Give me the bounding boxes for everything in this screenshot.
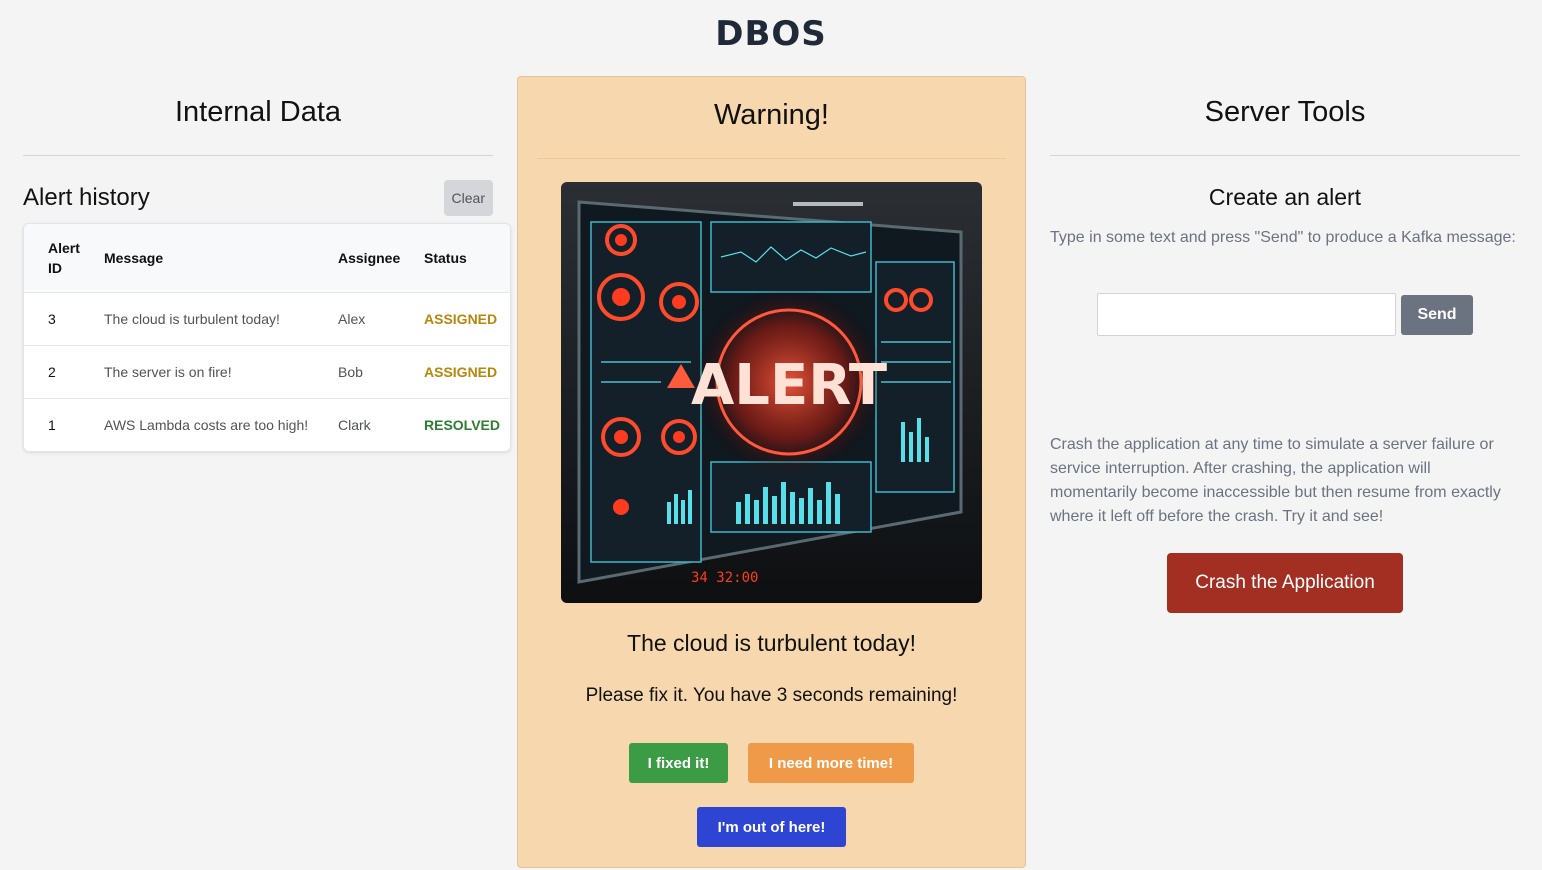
server-tools-title: Server Tools <box>1204 96 1366 128</box>
message-cell: The server is on fire! <box>104 363 232 380</box>
alert-image-text: ALERT <box>691 353 887 418</box>
assignee-cell: Bob <box>338 363 363 380</box>
assignee-cell: Alex <box>338 310 366 327</box>
alert-history-table: Alert ID Message Assignee Status 3 The cl… <box>23 223 511 452</box>
out-of-here-button[interactable]: I'm out of here! <box>697 807 846 847</box>
create-alert-description: Type in some text and press "Send" to pr… <box>1050 229 1516 246</box>
alert-text-input[interactable] <box>1097 293 1396 336</box>
table-row: 2 The server is on fire! Bob ASSIGNED <box>24 345 510 398</box>
svg-text:34 32:00: 34 32:00 <box>691 570 758 586</box>
alert-id-cell: 2 <box>48 363 56 380</box>
divider <box>1050 155 1520 156</box>
assignee-cell: Clark <box>338 416 371 433</box>
crash-application-button[interactable]: Crash the Application <box>1167 553 1403 613</box>
alert-id-cell: 3 <box>48 310 56 327</box>
alert-id-cell: 1 <box>48 416 56 433</box>
alert-history-header: Alert history Clear <box>23 180 493 216</box>
crash-description: Crash the application at any time to sim… <box>1050 436 1501 525</box>
send-button[interactable]: Send <box>1401 295 1473 335</box>
column-header-alert-id: Alert ID <box>48 239 80 276</box>
divider <box>537 158 1006 159</box>
create-alert-title: Create an alert <box>1208 184 1362 210</box>
status-cell: ASSIGNED <box>424 310 498 327</box>
countdown-text: Please fix it. You have 3 seconds remain… <box>585 685 958 706</box>
column-header-assignee: Assignee <box>338 249 401 266</box>
message-cell: The cloud is turbulent today! <box>104 310 280 327</box>
alert-history-title: Alert history <box>23 184 150 211</box>
table-row: 3 The cloud is turbulent today! Alex ASSIGN… <box>24 292 510 345</box>
clear-button[interactable]: Clear <box>443 180 493 216</box>
divider <box>23 155 493 156</box>
table-header-row: Alert ID Message Assignee Status <box>24 224 510 292</box>
status-cell: RESOLVED <box>424 416 500 433</box>
need-more-time-button[interactable]: I need more time! <box>748 743 914 783</box>
message-cell: AWS Lambda costs are too high! <box>104 416 309 433</box>
send-row: Send <box>1097 293 1473 336</box>
status-cell: ASSIGNED <box>424 363 498 380</box>
server-tools-section: Server Tools Create an alert Type in som… <box>1050 96 1520 613</box>
dbos-logo: DBOS <box>715 14 827 54</box>
alert-message: The cloud is turbulent today! <box>627 630 916 656</box>
warning-title: Warning! <box>714 99 829 131</box>
alert-dashboard-image: ALERT 34 32:00 <box>561 182 982 603</box>
fixed-it-button[interactable]: I fixed it! <box>629 743 728 783</box>
column-header-status: Status <box>424 249 467 266</box>
table-row: 1 AWS Lambda costs are too high! Clark RESO… <box>24 398 510 451</box>
column-header-message: Message <box>104 249 164 266</box>
warning-panel: Warning! ALERT 34 32:00 The cloud is tur… <box>517 76 1026 868</box>
internal-data-title: Internal Data <box>174 96 342 128</box>
internal-data-section: Internal Data Alert history Clear Alert … <box>23 96 511 452</box>
